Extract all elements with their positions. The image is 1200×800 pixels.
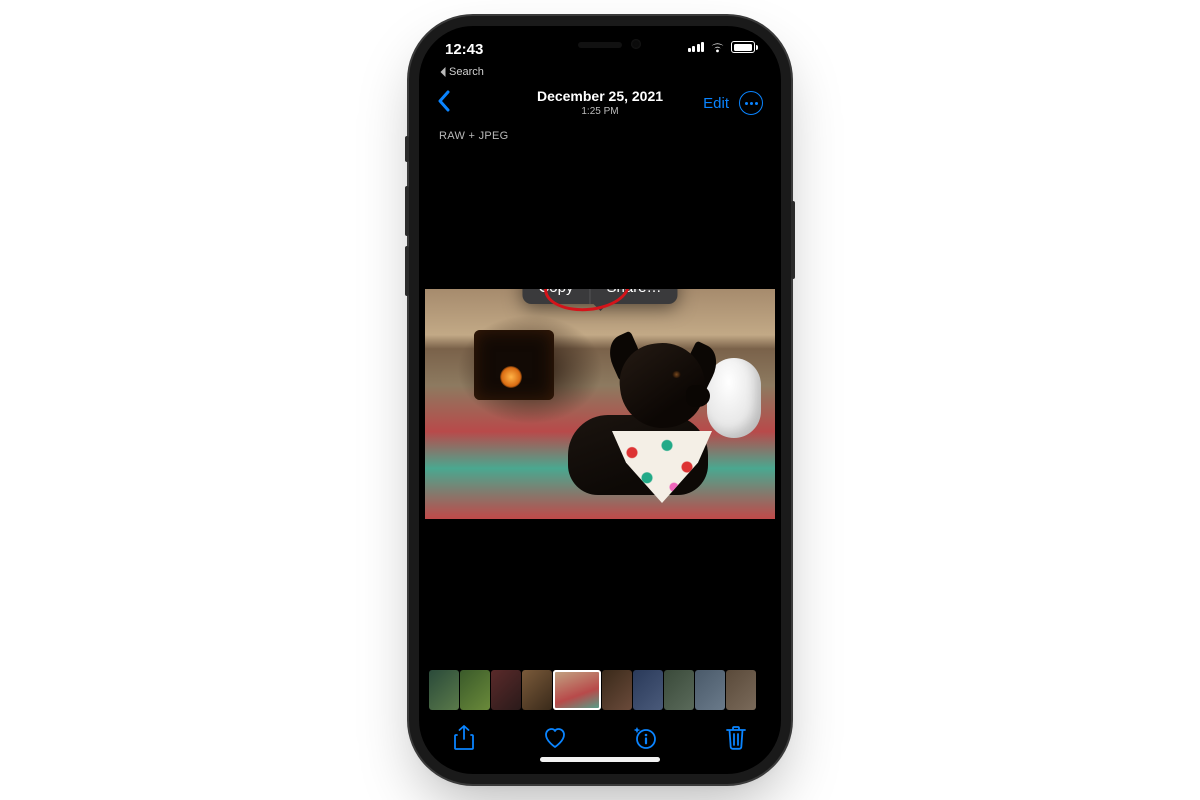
delete-button[interactable] xyxy=(723,725,749,751)
thumbnail[interactable] xyxy=(429,670,459,710)
nav-bar: December 25, 2021 1:25 PM Edit xyxy=(425,82,775,124)
favorite-button[interactable] xyxy=(542,725,568,751)
photo-date: December 25, 2021 xyxy=(537,89,663,104)
share-button[interactable] xyxy=(451,725,477,751)
copy-button[interactable]: Copy xyxy=(522,289,589,304)
heart-icon xyxy=(542,726,568,750)
thumbnail[interactable] xyxy=(695,670,725,710)
mute-switch xyxy=(405,136,409,162)
more-button[interactable] xyxy=(739,91,763,115)
home-indicator[interactable] xyxy=(540,757,660,762)
breadcrumb-label: Search xyxy=(449,66,484,78)
battery-icon xyxy=(731,41,755,53)
share-button[interactable]: Share… xyxy=(591,289,678,304)
thumbnail-selected[interactable] xyxy=(553,670,601,710)
status-time: 12:43 xyxy=(445,41,483,58)
ellipsis-icon xyxy=(745,102,758,105)
wifi-icon xyxy=(709,41,726,53)
trash-icon xyxy=(725,725,747,751)
thumbnail[interactable] xyxy=(664,670,694,710)
photo-time: 1:25 PM xyxy=(537,106,663,117)
status-indicators xyxy=(688,41,756,53)
breadcrumb-back[interactable]: Search xyxy=(425,66,775,82)
thumbnail-strip[interactable] xyxy=(425,666,775,714)
thumbnail[interactable] xyxy=(602,670,632,710)
photo-content: Copy Share… xyxy=(425,289,775,519)
notch xyxy=(525,32,675,60)
thumbnail[interactable] xyxy=(491,670,521,710)
chevron-left-icon xyxy=(439,67,447,77)
photo-viewer[interactable]: Copy Share… xyxy=(425,142,775,666)
info-sparkle-icon xyxy=(632,725,658,751)
iphone-device-frame: 12:43 Search Dec xyxy=(419,26,781,774)
back-button[interactable] xyxy=(437,90,451,117)
share-icon xyxy=(453,725,475,751)
nav-title: December 25, 2021 1:25 PM xyxy=(537,89,663,116)
screen: 12:43 Search Dec xyxy=(425,32,775,768)
format-badge: RAW + JPEG xyxy=(425,124,775,142)
volume-down-button xyxy=(405,246,409,296)
edit-button[interactable]: Edit xyxy=(703,95,729,112)
cellular-signal-icon xyxy=(688,42,705,52)
thumbnail[interactable] xyxy=(522,670,552,710)
chevron-left-icon xyxy=(437,90,451,112)
thumbnail[interactable] xyxy=(633,670,663,710)
info-button[interactable] xyxy=(632,725,658,751)
thumbnail[interactable] xyxy=(460,670,490,710)
thumbnail[interactable] xyxy=(726,670,756,710)
context-menu: Copy Share… xyxy=(522,289,677,304)
power-button xyxy=(791,201,795,279)
volume-up-button xyxy=(405,186,409,236)
